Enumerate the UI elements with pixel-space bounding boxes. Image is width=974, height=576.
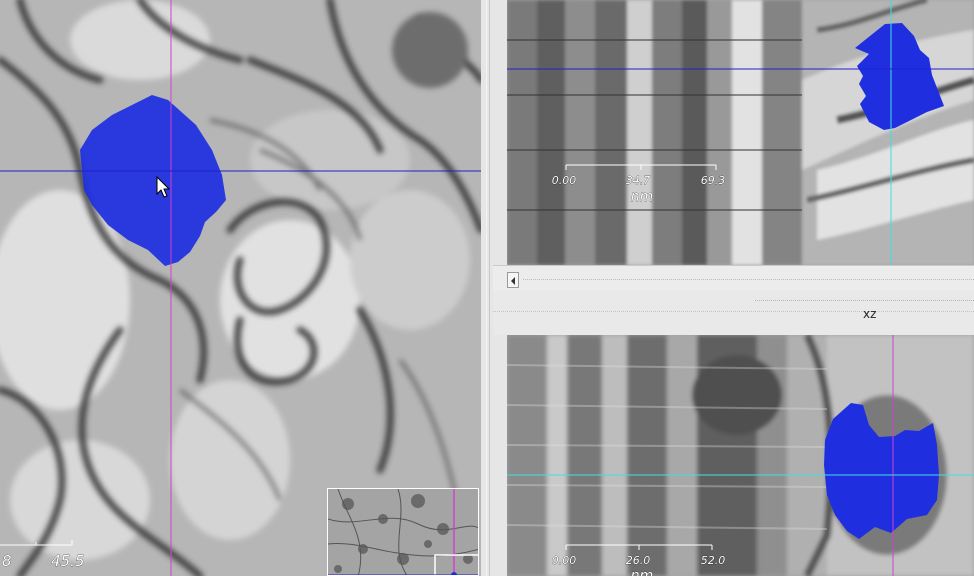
yz-image: 0.00 34.7 69.3 nm: [507, 0, 974, 265]
xy-view[interactable]: 8 45.5: [0, 0, 481, 576]
xy-scale-label-b: 45.5: [51, 552, 84, 570]
yz-unit: nm: [631, 189, 654, 205]
minimap-image: [328, 489, 478, 575]
xz-image: 0.00 26.0 52.0 nm: [507, 335, 974, 576]
xz-view[interactable]: 0.00 26.0 52.0 nm: [507, 335, 974, 576]
title-bar-grip: [755, 300, 974, 301]
yz-tick-2: 69.3: [701, 174, 726, 187]
xz-title-bar: xz: [493, 291, 974, 335]
xy-scale-label-a: 8: [2, 552, 12, 570]
title-bar-grip: [493, 311, 974, 312]
xz-view-title: xz: [863, 307, 877, 321]
horizontal-scrollbar[interactable]: [493, 265, 974, 292]
yz-tick-0: 0.00: [552, 174, 577, 187]
scroll-track[interactable]: [523, 279, 974, 280]
splitter-edge: [486, 0, 487, 576]
overview-minimap[interactable]: [327, 488, 479, 576]
arrow-left-icon[interactable]: [507, 272, 519, 288]
splitter-edge: [489, 0, 490, 576]
xz-tick-1: 26.0: [626, 554, 651, 567]
xz-tick-0: 0.00: [552, 554, 577, 567]
xz-unit: nm: [631, 568, 654, 576]
yz-tick-1: 34.7: [626, 174, 651, 187]
xz-tick-2: 52.0: [701, 554, 726, 567]
yz-view[interactable]: 0.00 34.7 69.3 nm: [507, 0, 974, 265]
